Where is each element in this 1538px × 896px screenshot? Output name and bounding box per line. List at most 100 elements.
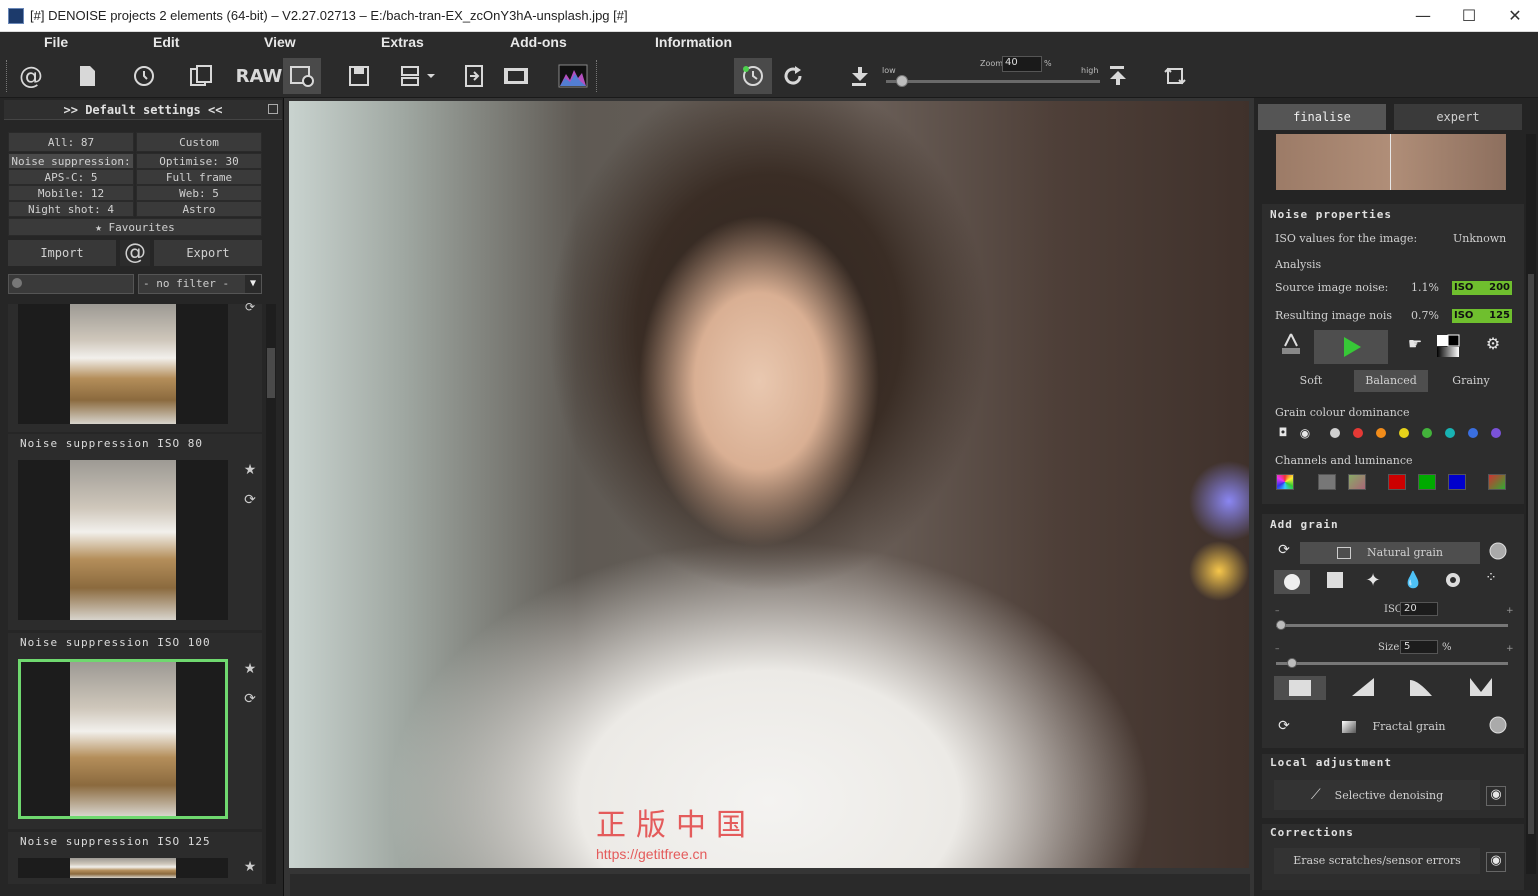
filmstrip-icon[interactable]	[497, 58, 535, 94]
category-custom[interactable]: Custom	[136, 132, 262, 152]
grain-colour-dot[interactable]	[1330, 428, 1340, 438]
image-canvas[interactable]: 正版中国 https://getitfree.cn	[284, 98, 1254, 896]
iso-value-field[interactable]: 20	[1400, 602, 1438, 616]
size-slider-knob[interactable]	[1287, 658, 1298, 668]
channel-blue-icon[interactable]	[1448, 474, 1466, 490]
natural-grain-button[interactable]: Natural grain	[1300, 542, 1480, 564]
redo-icon[interactable]	[774, 58, 812, 94]
ramp-curve-icon[interactable]	[1350, 678, 1376, 700]
valley-curve-icon[interactable]	[1468, 678, 1494, 700]
settings-scrollbar[interactable]	[1526, 134, 1536, 874]
preset-panel-header[interactable]: >> Default settings <<	[4, 100, 282, 120]
tab-finalise[interactable]: finalise	[1258, 104, 1386, 130]
filter-select[interactable]: - no filter - ▼	[138, 274, 262, 294]
size-slider-track[interactable]	[1276, 662, 1508, 665]
batch-settings-icon[interactable]	[283, 58, 321, 94]
export-button[interactable]: Export	[154, 240, 262, 266]
zoom-slider[interactable]: low Zoom 40 % high	[878, 56, 1108, 96]
undock-icon[interactable]	[268, 104, 278, 114]
menu-extras[interactable]: Extras	[381, 34, 424, 50]
minimize-button[interactable]: —	[1400, 0, 1446, 32]
size-value-field[interactable]: 5	[1400, 640, 1438, 654]
channel-green-icon[interactable]	[1418, 474, 1436, 490]
eye-icon[interactable]: ◉	[1486, 786, 1506, 806]
refresh-icon[interactable]: ⟳	[1274, 718, 1294, 738]
mode-balanced[interactable]: Balanced	[1354, 370, 1428, 392]
preset-thumbnail[interactable]	[18, 460, 228, 620]
refresh-icon[interactable]: ⟳	[242, 691, 258, 707]
history-icon[interactable]	[125, 58, 163, 94]
grain-colour-dot[interactable]	[1353, 428, 1363, 438]
channel-colour-icon[interactable]	[1348, 474, 1366, 490]
at-icon[interactable]: @	[12, 58, 50, 94]
category-aps-c[interactable]: APS-C: 5	[8, 169, 134, 185]
ring-icon[interactable]	[1442, 571, 1464, 593]
eye-icon[interactable]: ◉	[1486, 852, 1506, 872]
noise-map-icon[interactable]	[1276, 332, 1306, 362]
grain-colour-dot[interactable]	[1399, 428, 1409, 438]
contrast-icon[interactable]	[1434, 334, 1462, 362]
iso-slider-track[interactable]	[1276, 624, 1508, 627]
menu-edit[interactable]: Edit	[153, 34, 179, 50]
channel-mix-icon[interactable]	[1488, 474, 1506, 490]
hand-pointer-icon[interactable]: ☛	[1402, 334, 1428, 360]
batch-export-icon[interactable]	[455, 58, 493, 94]
preset-thumbnail[interactable]	[18, 304, 228, 424]
zoom-knob[interactable]	[896, 75, 908, 87]
menu-view[interactable]: View	[264, 34, 296, 50]
run-analysis-button[interactable]	[1314, 330, 1388, 364]
main-photo[interactable]	[289, 101, 1249, 868]
refresh-icon[interactable]: ⟳	[242, 300, 258, 316]
grain-colour-dot[interactable]	[1422, 428, 1432, 438]
shape-circle-button[interactable]	[1274, 570, 1310, 594]
settings-dial-icon[interactable]: ⚙	[1480, 334, 1506, 360]
favourites-button[interactable]: ★ Favourites	[8, 218, 262, 236]
fractal-grain-button[interactable]: Fractal grain	[1308, 716, 1480, 738]
preset-thumbnail[interactable]	[18, 858, 228, 878]
category-full-frame[interactable]: Full frame	[136, 169, 262, 185]
grain-colour-dot[interactable]	[1445, 428, 1455, 438]
category-optimise[interactable]: Optimise: 30	[136, 153, 262, 169]
eye-icon[interactable]: ◉	[1298, 426, 1312, 440]
star-icon[interactable]: ★	[242, 462, 258, 478]
rotate-crop-icon[interactable]	[1156, 58, 1194, 94]
zoom-out-icon[interactable]	[842, 58, 880, 94]
preset-card[interactable]: ⟳	[8, 300, 262, 432]
category-mobile[interactable]: Mobile: 12	[8, 185, 134, 201]
preset-card[interactable]: Noise suppression ISO 125 ★	[8, 832, 262, 884]
star-icon[interactable]: ★	[242, 859, 258, 875]
compare-preview[interactable]	[1276, 134, 1506, 190]
maximize-button[interactable]: ☐	[1446, 0, 1492, 32]
refresh-icon[interactable]: ⟳	[1274, 542, 1294, 562]
import-button[interactable]: Import	[8, 240, 116, 266]
channel-red-icon[interactable]	[1388, 474, 1406, 490]
raw-icon[interactable]: RAW	[236, 58, 283, 94]
camera-icon[interactable]: ◘	[1276, 426, 1290, 440]
compare-history-icon[interactable]	[734, 58, 772, 94]
scrollbar-thumb[interactable]	[1528, 274, 1534, 834]
histogram-icon[interactable]	[554, 58, 592, 94]
droplet-icon[interactable]: 💧	[1402, 570, 1424, 592]
preset-card[interactable]: Noise suppression ISO 100 ★ ⟳	[8, 633, 262, 829]
category-night-shot[interactable]: Night shot: 4	[8, 201, 134, 217]
curve-flat-button[interactable]	[1274, 676, 1326, 700]
export-dropdown-icon[interactable]	[396, 58, 440, 94]
zoom-track[interactable]	[886, 80, 1100, 83]
preset-card[interactable]: Noise suppression ISO 80 ★ ⟳	[8, 434, 262, 630]
scrollbar-thumb[interactable]	[267, 348, 275, 398]
iso-slider-knob[interactable]	[1276, 620, 1286, 630]
category-web[interactable]: Web: 5	[136, 185, 262, 201]
refresh-icon[interactable]: ⟳	[242, 492, 258, 508]
mode-soft[interactable]: Soft	[1274, 370, 1348, 392]
close-button[interactable]: ✕	[1492, 0, 1538, 32]
category-noise-suppression[interactable]: Noise suppression: 31	[8, 153, 134, 184]
new-document-icon[interactable]	[68, 58, 106, 94]
sphere-icon[interactable]	[1488, 542, 1508, 562]
square-icon[interactable]	[1324, 572, 1346, 594]
open-file-icon[interactable]	[182, 58, 220, 94]
preset-search-input[interactable]	[8, 274, 134, 294]
save-icon[interactable]	[340, 58, 378, 94]
scatter-icon[interactable]: ⁘	[1480, 570, 1502, 592]
grain-colour-dot[interactable]	[1376, 428, 1386, 438]
chevron-down-icon[interactable]: ▼	[245, 275, 261, 293]
